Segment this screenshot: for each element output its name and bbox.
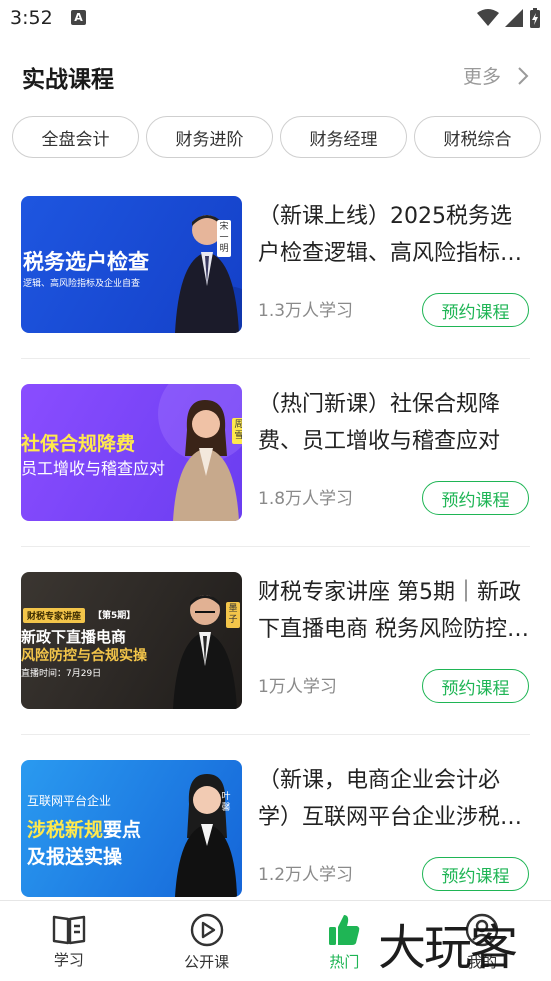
thumb-headline-2: 及报送实操 (27, 846, 123, 868)
tab-caiwu-jinjie[interactable]: 财务进阶 (146, 116, 273, 158)
course-thumbnail[interactable]: 社保合规降费 员工增收与稽查应对 周雪 (21, 384, 242, 521)
divider (21, 734, 530, 735)
course-thumbnail[interactable]: 互联网平台企业 涉税新规要点 及报送实操 叶馨 (21, 760, 242, 897)
divider (21, 546, 530, 547)
thumb-top-text: 互联网平台企业 (27, 794, 112, 808)
thumb-subtitle: 员工增收与稽查应对 (21, 459, 166, 478)
course-card[interactable]: 财税专家讲座 【第5期】 新政下直播电商 风险防控与合规实操 直播时间：7月29… (0, 572, 551, 760)
thumb-headline-2: 风险防控与合规实操 (21, 648, 147, 664)
lecturer-name-tag: 周雪 (232, 418, 242, 444)
battery-icon (530, 8, 540, 28)
thumb-date: 直播时间：7月29日 (21, 669, 102, 679)
tab-caishui-zonghe[interactable]: 财税综合 (414, 116, 541, 158)
more-link[interactable]: 更多 (463, 62, 529, 89)
thumb-period: 【第5期】 (93, 611, 136, 621)
thumb-headline-highlight: 涉税新规 (27, 819, 104, 841)
reserve-course-button[interactable]: 预约课程 (422, 857, 529, 891)
thumb-headline: 社保合规降费 (21, 433, 136, 455)
chevron-right-icon (518, 66, 529, 85)
divider (21, 358, 530, 359)
play-circle-icon (190, 913, 223, 947)
lecturer-photo (173, 400, 239, 521)
status-bar: 3:52 A (0, 0, 551, 36)
wifi-icon (477, 9, 499, 26)
learner-count: 1.2万人学习 (258, 865, 354, 885)
tab-caiwu-jingli[interactable]: 财务经理 (280, 116, 407, 158)
lecturer-name-tag: 宋一明 (217, 220, 231, 257)
signal-icon (505, 9, 523, 27)
thumb-tag: 财税专家讲座 (23, 608, 86, 623)
course-title[interactable]: （热门新课）社保合规降费、员工增收与稽查应对 (258, 386, 530, 460)
thumb-headline: 涉税新规要点 (27, 815, 141, 842)
nav-item-study[interactable]: 学习 (0, 901, 138, 981)
category-tabs: 全盘会计 财务进阶 财务经理 财税综合 (12, 116, 541, 158)
nav-item-open-course[interactable]: 公开课 (138, 901, 276, 981)
lecturer-name-tag: 叶馨 (221, 792, 231, 813)
course-title[interactable]: （新课，电商企业会计必学）互联网平台企业涉税新规要点及报送实操 (258, 762, 530, 836)
nav-label: 学习 (53, 951, 84, 969)
learner-count: 1.3万人学习 (258, 301, 354, 321)
section-title: 实战课程 (22, 67, 114, 93)
course-thumbnail[interactable]: 税务选户检查 逻辑、高风险指标及企业自查 宋一明 (21, 196, 242, 333)
book-icon (52, 915, 86, 945)
thumb-headline: 税务选户检查 (23, 250, 149, 274)
reserve-course-button[interactable]: 预约课程 (422, 481, 529, 515)
nav-label: 热门 (329, 953, 360, 971)
reserve-course-button[interactable]: 预约课程 (422, 293, 529, 327)
course-card[interactable]: 税务选户检查 逻辑、高风险指标及企业自查 宋一明 （新课上线）2025税务选户检… (0, 196, 551, 384)
thumb-subtitle: 逻辑、高风险指标及企业自查 (23, 279, 141, 289)
status-time: 3:52 (10, 7, 53, 29)
notification-icon: A (71, 10, 86, 25)
status-icons (477, 8, 541, 28)
more-label: 更多 (462, 66, 501, 88)
learner-count: 1.8万人学习 (258, 489, 354, 509)
thumb-headline-rest: 要点 (103, 819, 142, 841)
reserve-course-button[interactable]: 预约课程 (422, 669, 529, 703)
thumb-headline: 新政下直播电商 (21, 628, 127, 646)
course-thumbnail[interactable]: 财税专家讲座 【第5期】 新政下直播电商 风险防控与合规实操 直播时间：7月29… (21, 572, 242, 709)
tab-quanpan-kuaiji[interactable]: 全盘会计 (12, 116, 139, 158)
lecturer-name-tag: 墨子 (226, 602, 240, 628)
nav-label: 公开课 (184, 953, 230, 971)
watermark-text: 大玩客 (378, 920, 518, 976)
course-title[interactable]: （新课上线）2025税务选户检查逻辑、高风险指标及企业自查 (258, 198, 530, 272)
course-card[interactable]: 社保合规降费 员工增收与稽查应对 周雪 （热门新课）社保合规降费、员工增收与稽查… (0, 384, 551, 572)
course-title[interactable]: 财税专家讲座 第5期｜新政下直播电商 税务风险防控与合规实操 (258, 574, 530, 648)
thumbs-up-icon (329, 915, 360, 945)
learner-count: 1万人学习 (258, 677, 337, 697)
